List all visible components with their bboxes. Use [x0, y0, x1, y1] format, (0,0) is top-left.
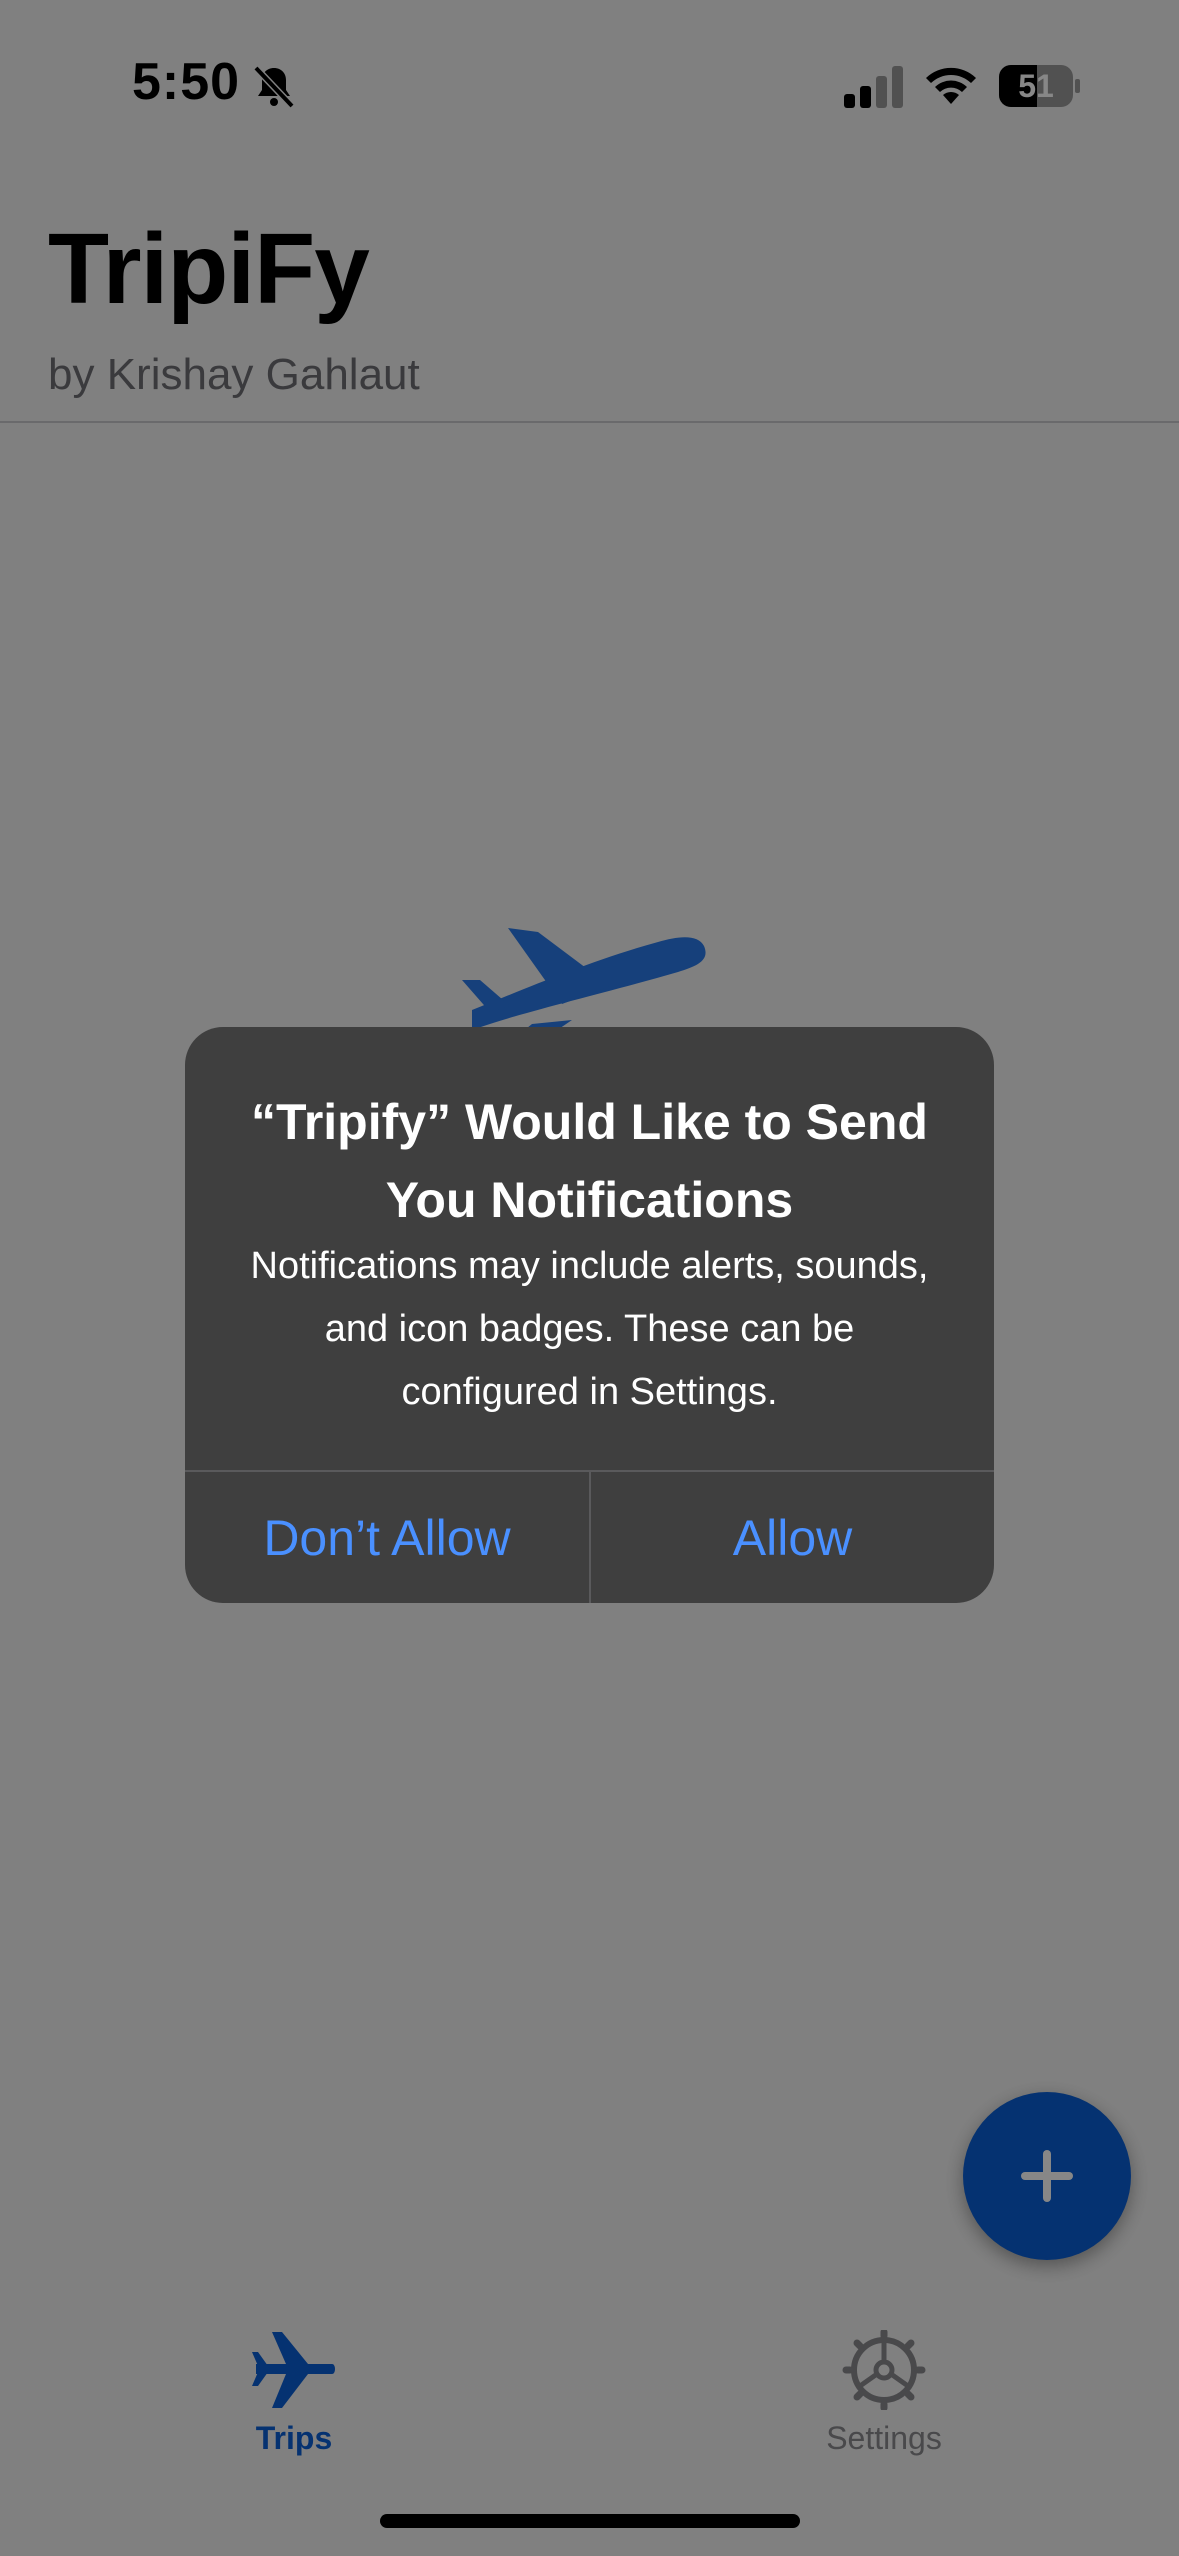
alert-title: “Tripify” Would Like to Send You Notific… — [251, 1094, 928, 1228]
app-screen: 5:50 51 TripiFy by Krishay Gahlaut Trips… — [0, 0, 1179, 2556]
allow-button[interactable]: Allow — [591, 1472, 994, 1603]
notification-permission-alert: “Tripify” Would Like to Send You Notific… — [185, 1027, 994, 1603]
alert-message: Notifications may include alerts, sounds… — [250, 1245, 929, 1413]
dont-allow-button[interactable]: Don’t Allow — [185, 1472, 589, 1603]
